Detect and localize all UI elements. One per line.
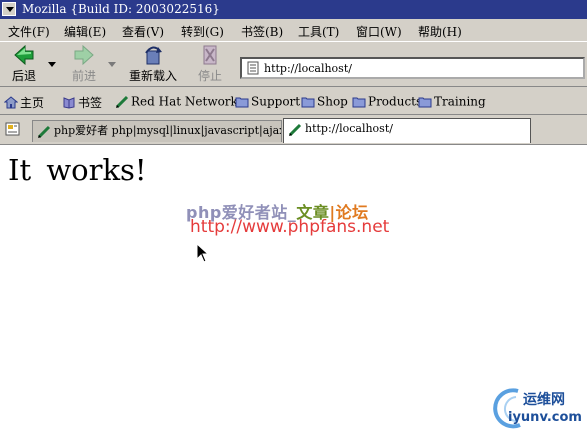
tab-pen-icon <box>288 123 302 136</box>
reload-label: 重新载入 <box>128 69 177 83</box>
bookmark-training-label: Training <box>434 94 486 109</box>
bookmark-home[interactable]: 主页 <box>4 94 44 110</box>
page-content: It works! php爱好者站_文章|论坛 http://www.phpfa… <box>0 145 587 435</box>
page-heading: It works! <box>8 153 147 187</box>
folder-icon <box>418 97 432 108</box>
tab-bar: php爱好者 php|mysql|linux|javascript|ajax..… <box>0 115 587 145</box>
tab-phpfans-label: php爱好者 php|mysql|linux|javascript|ajax..… <box>54 124 282 137</box>
menu-window[interactable]: 窗口(W) <box>356 23 402 40</box>
url-input[interactable] <box>264 60 574 76</box>
bookmark-support-label: Support <box>251 94 301 109</box>
folder-icon <box>301 97 315 108</box>
back-button[interactable]: 后退 <box>0 44 48 84</box>
bookmark-menu[interactable]: 书签 <box>62 94 102 110</box>
bookmark-shop-label: Shop <box>317 94 348 109</box>
folder-icon <box>235 97 249 108</box>
home-icon <box>4 96 18 109</box>
bookmark-products-label: Products <box>368 94 423 109</box>
logo-text-cn: 运维网 <box>523 392 565 408</box>
navigation-toolbar: 后退 前进 重新载入 停止 <box>0 41 587 87</box>
bookmarks-toolbar: 主页 书签 Red Hat Network Support Shop Produ… <box>0 87 587 115</box>
page-icon <box>247 61 259 75</box>
bookmark-redhat-label: Red Hat Network <box>131 94 238 109</box>
forward-label: 前进 <box>71 69 96 83</box>
back-label: 后退 <box>11 69 36 83</box>
forward-arrow-icon <box>74 45 94 65</box>
stop-button[interactable]: 停止 <box>186 44 234 84</box>
forward-button[interactable]: 前进 <box>60 44 108 84</box>
bookmark-training[interactable]: Training <box>418 94 486 110</box>
tab-localhost[interactable]: http://localhost/ <box>283 118 531 143</box>
tab-localhost-label: http://localhost/ <box>305 122 393 135</box>
menu-file[interactable]: 文件(F) <box>8 23 50 40</box>
window-title: Mozilla {Build ID: 2003022516} <box>22 2 220 16</box>
tab-pen-icon <box>37 125 51 138</box>
bookmark-home-label: 主页 <box>20 96 45 110</box>
bookmark-pen-icon <box>115 95 129 108</box>
url-bar[interactable] <box>240 57 585 79</box>
window-titlebar: Mozilla {Build ID: 2003022516} <box>0 0 587 19</box>
site-logo: 运维网 iyunv.com <box>486 385 584 433</box>
logo-swoosh-icon <box>493 388 521 429</box>
stop-icon <box>203 45 217 65</box>
menu-bookmarks[interactable]: 书签(B) <box>241 23 283 40</box>
logo-text-domain: iyunv.com <box>508 410 582 425</box>
back-history-dropdown[interactable] <box>48 62 56 67</box>
stop-label: 停止 <box>197 69 222 83</box>
folder-icon <box>352 97 366 108</box>
bookmark-menu-label: 书签 <box>78 96 103 110</box>
menu-tools[interactable]: 工具(T) <box>298 23 339 40</box>
reload-icon <box>145 46 162 65</box>
new-tab-icon[interactable] <box>5 121 21 137</box>
reload-button[interactable]: 重新载入 <box>124 44 182 84</box>
menu-go[interactable]: 转到(G) <box>181 23 224 40</box>
back-arrow-icon <box>14 45 34 65</box>
bookmark-shop[interactable]: Shop <box>301 94 348 110</box>
bookmark-products[interactable]: Products <box>352 94 422 110</box>
menu-edit[interactable]: 编辑(E) <box>64 23 106 40</box>
window-menu-button[interactable] <box>2 2 16 16</box>
forward-history-dropdown[interactable] <box>108 62 116 67</box>
bookmark-redhat[interactable]: Red Hat Network <box>115 94 238 110</box>
mouse-cursor-icon <box>196 243 210 263</box>
watermark-url: http://www.phpfans.net <box>190 217 390 237</box>
menu-help[interactable]: 帮助(H) <box>418 23 462 40</box>
menu-bar: 文件(F) 编辑(E) 查看(V) 转到(G) 书签(B) 工具(T) 窗口(W… <box>0 19 587 41</box>
tab-phpfans[interactable]: php爱好者 php|mysql|linux|javascript|ajax..… <box>32 120 282 142</box>
menu-view[interactable]: 查看(V) <box>122 23 164 40</box>
bookmark-support[interactable]: Support <box>235 94 300 110</box>
bookmarks-icon <box>63 97 75 109</box>
